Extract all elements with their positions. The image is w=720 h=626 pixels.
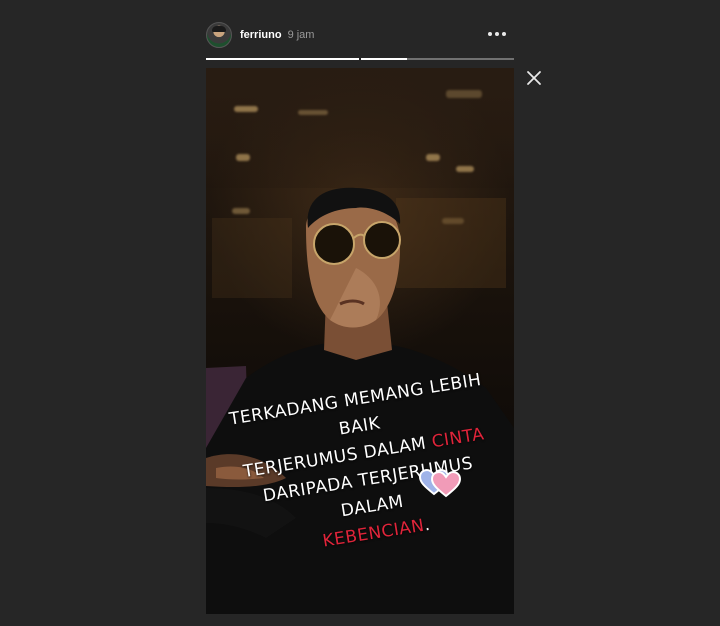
story-image[interactable]: TERKADANG MEMANG LEBIH BAIK TERJERUMUS D… <box>206 68 514 614</box>
username[interactable]: ferriuno <box>240 29 282 41</box>
progress-fill <box>206 58 359 60</box>
story-viewer: ferriuno 9 jam TERKADANG MEMANG LEBIH BA… <box>0 0 720 626</box>
close-icon[interactable] <box>526 70 542 86</box>
caption-highlight: CINTA <box>430 424 486 453</box>
progress-segment <box>206 58 359 60</box>
progress-segment <box>361 58 514 60</box>
progress-fill <box>361 58 407 60</box>
more-horizontal-icon <box>502 32 506 36</box>
story-header: ferriuno 9 jam <box>206 22 514 48</box>
story-progress <box>206 58 514 60</box>
more-horizontal-icon <box>495 32 499 36</box>
timestamp: 9 jam <box>287 29 315 41</box>
more-options-button[interactable] <box>488 26 506 42</box>
hearts-sticker-icon <box>418 468 462 498</box>
avatar[interactable] <box>206 22 232 48</box>
more-horizontal-icon <box>488 32 492 36</box>
caption-text: . <box>422 514 432 536</box>
